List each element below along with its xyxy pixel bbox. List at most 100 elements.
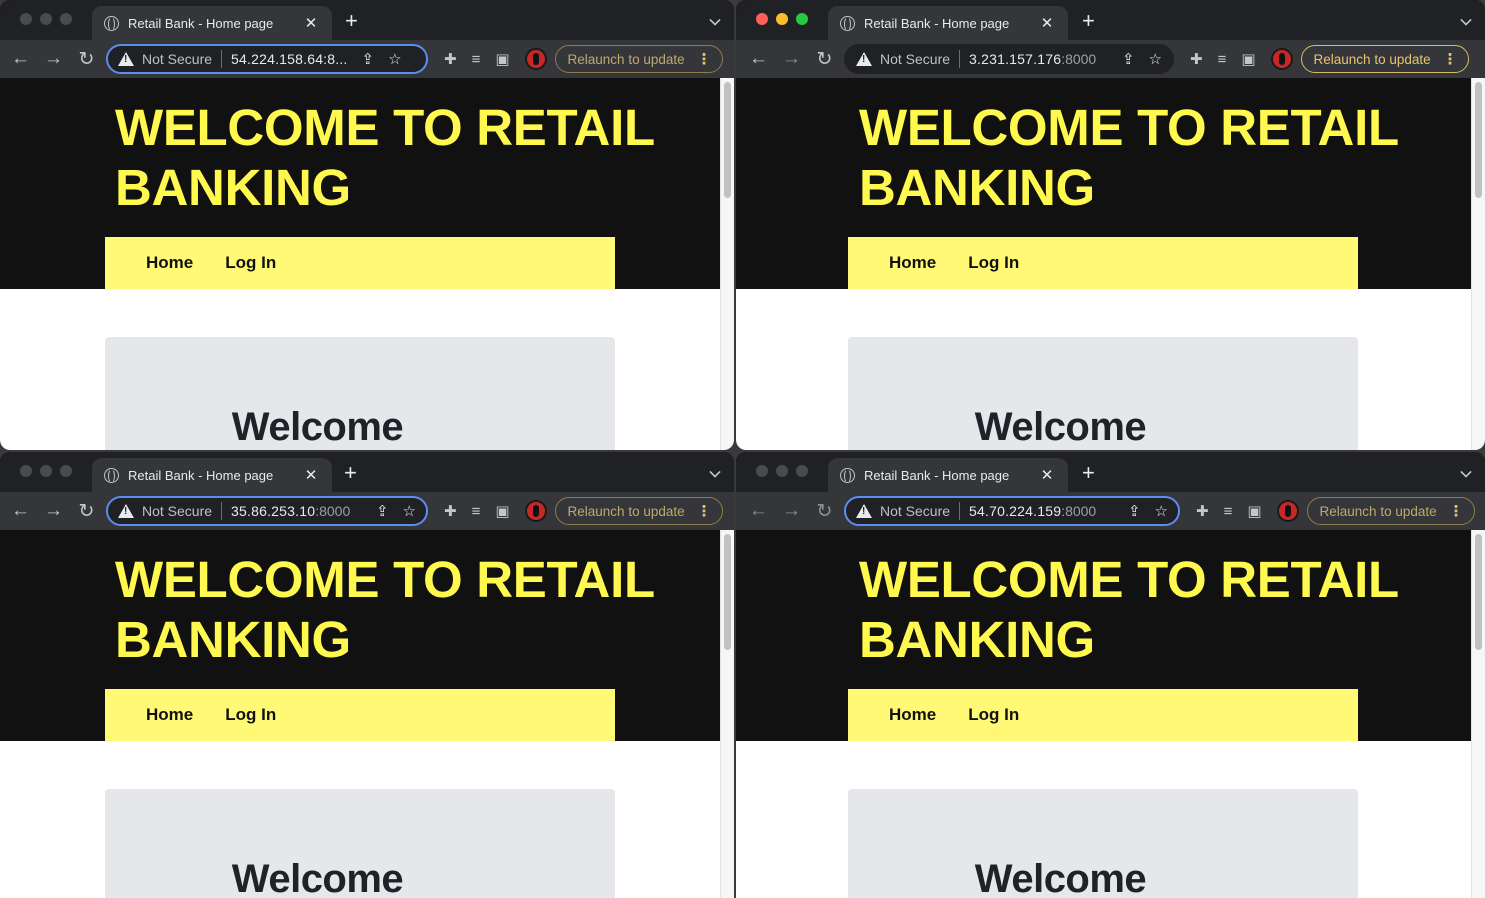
arrow-left-icon[interactable]: ←	[4, 500, 37, 522]
nav-home-link[interactable]: Home	[889, 253, 936, 273]
kebab-menu-icon[interactable]: ⋮	[1443, 50, 1458, 68]
share-icon[interactable]: ⇪	[1128, 502, 1141, 520]
security-label[interactable]: Not Secure	[142, 503, 212, 519]
arrow-left-icon[interactable]: ←	[742, 48, 775, 70]
arrow-left-icon[interactable]: ←	[4, 48, 37, 70]
zoom-window-button[interactable]	[796, 465, 808, 477]
url-port[interactable]: :8000	[315, 503, 350, 519]
star-icon[interactable]: ☆	[388, 50, 401, 68]
reading-list-icon[interactable]: ≡	[472, 503, 481, 520]
minimize-window-button[interactable]	[40, 13, 52, 25]
tab-search-chevron-icon[interactable]	[709, 14, 721, 26]
new-tab-button[interactable]: +	[1082, 10, 1095, 32]
kebab-menu-icon[interactable]: ⋮	[1449, 502, 1464, 520]
reload-icon[interactable]: ↻	[70, 500, 103, 523]
tab-retail-bank[interactable]: Retail Bank - Home page ✕	[92, 458, 332, 492]
relaunch-to-update-button[interactable]: Relaunch to update ⋮	[1300, 45, 1469, 73]
nav-home-link[interactable]: Home	[146, 253, 193, 273]
profile-avatar-icon[interactable]	[1270, 48, 1293, 70]
tab-close-icon[interactable]: ✕	[1038, 14, 1056, 32]
profile-avatar-icon[interactable]	[524, 48, 547, 70]
puzzle-icon[interactable]: ✚	[444, 50, 457, 68]
tab-retail-bank[interactable]: Retail Bank - Home page ✕	[92, 6, 332, 40]
side-panel-icon[interactable]: ▣	[1241, 50, 1255, 68]
puzzle-icon[interactable]: ✚	[1196, 502, 1209, 520]
url-host[interactable]: 35.86.253.10	[231, 503, 315, 519]
minimize-window-button[interactable]	[776, 465, 788, 477]
vertical-scrollbar[interactable]	[720, 78, 734, 450]
relaunch-to-update-button[interactable]: Relaunch to update ⋮	[1306, 497, 1475, 525]
nav-login-link[interactable]: Log In	[968, 253, 1019, 273]
address-bar[interactable]: Not Secure 3.231.157.176 :8000 ⇪ ☆	[844, 44, 1174, 74]
profile-avatar-icon[interactable]	[1276, 500, 1299, 522]
new-tab-button[interactable]: +	[344, 462, 357, 484]
reload-icon[interactable]: ↻	[808, 48, 841, 71]
address-bar[interactable]: Not Secure 35.86.253.10 :8000 ⇪ ☆	[106, 496, 428, 526]
nav-login-link[interactable]: Log In	[968, 705, 1019, 725]
scrollbar-thumb[interactable]	[724, 534, 731, 650]
url-host[interactable]: 54.70.224.159	[969, 503, 1061, 519]
tab-close-icon[interactable]: ✕	[302, 14, 320, 32]
side-panel-icon[interactable]: ▣	[495, 502, 509, 520]
address-bar[interactable]: Not Secure 54.70.224.159 :8000 ⇪ ☆	[844, 496, 1180, 526]
warning-triangle-icon[interactable]	[118, 52, 134, 66]
reading-list-icon[interactable]: ≡	[472, 51, 481, 68]
url-port[interactable]: :8000	[1061, 503, 1096, 519]
puzzle-icon[interactable]: ✚	[444, 502, 457, 520]
star-icon[interactable]: ☆	[1149, 50, 1162, 68]
nav-login-link[interactable]: Log In	[225, 705, 276, 725]
vertical-scrollbar[interactable]	[1471, 530, 1485, 898]
vertical-scrollbar[interactable]	[1471, 78, 1485, 450]
arrow-right-icon[interactable]: →	[37, 48, 70, 70]
security-label[interactable]: Not Secure	[142, 51, 212, 67]
vertical-scrollbar[interactable]	[720, 530, 734, 898]
side-panel-icon[interactable]: ▣	[495, 50, 509, 68]
address-bar[interactable]: Not Secure 54.224.158.64:8... ⇪ ☆	[106, 44, 428, 74]
warning-triangle-icon[interactable]	[856, 52, 872, 66]
scrollbar-thumb[interactable]	[724, 82, 731, 198]
reload-icon[interactable]: ↻	[70, 48, 103, 71]
minimize-window-button[interactable]	[40, 465, 52, 477]
relaunch-to-update-button[interactable]: Relaunch to update ⋮	[554, 45, 723, 73]
new-tab-button[interactable]: +	[345, 10, 358, 32]
puzzle-icon[interactable]: ✚	[1190, 50, 1203, 68]
arrow-left-icon[interactable]: ←	[742, 500, 775, 522]
minimize-window-button[interactable]	[776, 13, 788, 25]
nav-home-link[interactable]: Home	[146, 705, 193, 725]
close-window-button[interactable]	[20, 465, 32, 477]
zoom-window-button[interactable]	[796, 13, 808, 25]
tab-search-chevron-icon[interactable]	[709, 466, 721, 478]
side-panel-icon[interactable]: ▣	[1247, 502, 1261, 520]
share-icon[interactable]: ⇪	[1122, 50, 1135, 68]
kebab-menu-icon[interactable]: ⋮	[697, 502, 712, 520]
arrow-right-icon[interactable]: →	[37, 500, 70, 522]
reload-icon[interactable]: ↻	[808, 500, 841, 523]
reading-list-icon[interactable]: ≡	[1224, 503, 1233, 520]
relaunch-to-update-button[interactable]: Relaunch to update ⋮	[554, 497, 723, 525]
kebab-menu-icon[interactable]: ⋮	[697, 50, 712, 68]
scrollbar-thumb[interactable]	[1475, 534, 1482, 650]
warning-triangle-icon[interactable]	[118, 504, 134, 518]
arrow-right-icon[interactable]: →	[775, 500, 808, 522]
close-window-button[interactable]	[756, 13, 768, 25]
tab-retail-bank[interactable]: Retail Bank - Home page ✕	[828, 458, 1068, 492]
warning-triangle-icon[interactable]	[856, 504, 872, 518]
new-tab-button[interactable]: +	[1082, 462, 1095, 484]
nav-home-link[interactable]: Home	[889, 705, 936, 725]
scrollbar-thumb[interactable]	[1475, 82, 1482, 198]
close-window-button[interactable]	[20, 13, 32, 25]
tab-search-chevron-icon[interactable]	[1460, 466, 1472, 478]
arrow-right-icon[interactable]: →	[775, 48, 808, 70]
share-icon[interactable]: ⇪	[376, 502, 389, 520]
security-label[interactable]: Not Secure	[880, 51, 950, 67]
tab-close-icon[interactable]: ✕	[1038, 466, 1056, 484]
star-icon[interactable]: ☆	[1155, 502, 1168, 520]
tab-search-chevron-icon[interactable]	[1460, 14, 1472, 26]
zoom-window-button[interactable]	[60, 465, 72, 477]
share-icon[interactable]: ⇪	[362, 50, 375, 68]
url-port[interactable]: :8000	[1061, 51, 1096, 67]
security-label[interactable]: Not Secure	[880, 503, 950, 519]
tab-close-icon[interactable]: ✕	[302, 466, 320, 484]
star-icon[interactable]: ☆	[403, 502, 416, 520]
tab-retail-bank[interactable]: Retail Bank - Home page ✕	[828, 6, 1068, 40]
